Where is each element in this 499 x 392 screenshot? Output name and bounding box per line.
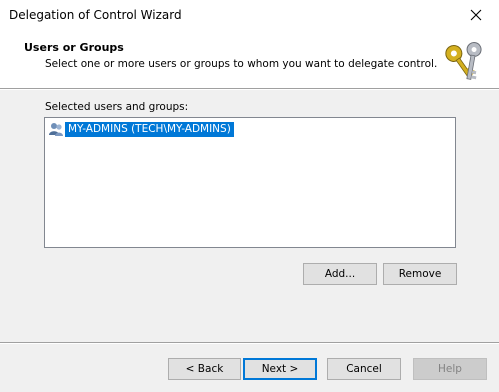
help-button[interactable]: Help xyxy=(413,358,487,380)
keys-icon xyxy=(445,42,482,80)
list-label: Selected users and groups: xyxy=(45,101,189,113)
back-button[interactable]: < Back xyxy=(168,358,241,380)
wizard-header: Users or Groups Select one or more users… xyxy=(0,31,499,88)
list-item-label: MY-ADMINS (TECH\MY-ADMINS) xyxy=(65,121,234,137)
window-title: Delegation of Control Wizard xyxy=(9,8,182,22)
next-button[interactable]: Next > xyxy=(243,358,317,380)
close-icon xyxy=(470,9,482,21)
title-bar: Delegation of Control Wizard xyxy=(0,0,499,31)
header-separator xyxy=(0,88,499,90)
page-description: Select one or more users or groups to wh… xyxy=(45,58,438,70)
users-groups-listbox[interactable]: MY-ADMINS (TECH\MY-ADMINS) xyxy=(44,117,456,248)
close-button[interactable] xyxy=(453,0,499,31)
page-heading: Users or Groups xyxy=(24,41,124,54)
cancel-button[interactable]: Cancel xyxy=(327,358,401,380)
footer-separator xyxy=(0,342,499,344)
list-item[interactable]: MY-ADMINS (TECH\MY-ADMINS) xyxy=(48,121,234,137)
group-icon xyxy=(49,123,63,136)
remove-button[interactable]: Remove xyxy=(383,263,457,285)
add-button[interactable]: Add... xyxy=(303,263,377,285)
